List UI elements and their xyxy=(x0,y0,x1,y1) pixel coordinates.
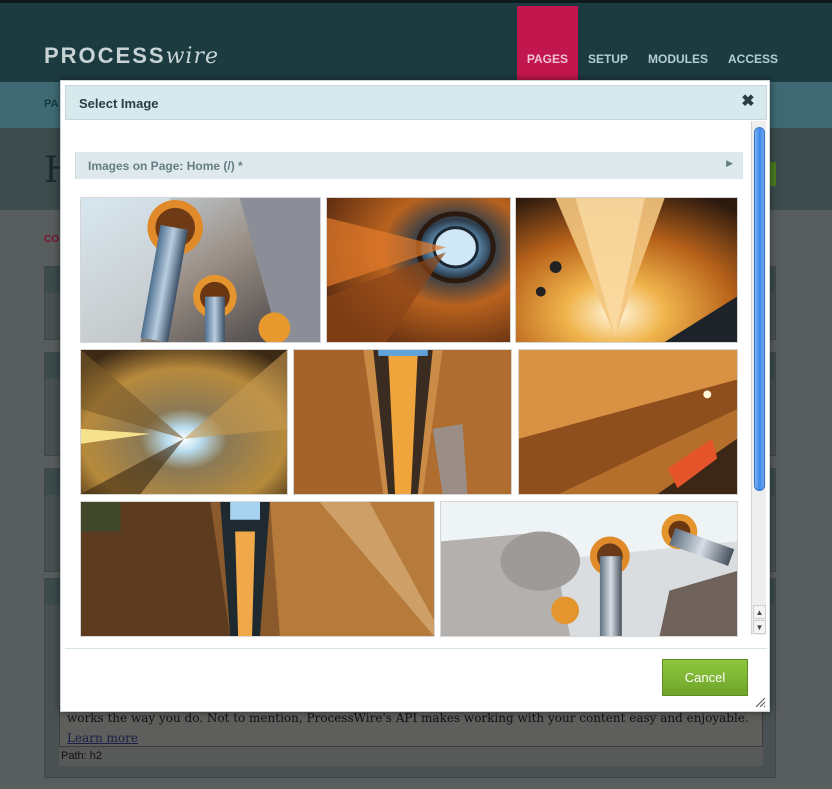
image-thumbnail-2[interactable] xyxy=(326,197,511,343)
dialog-title: Select Image xyxy=(79,96,159,111)
select-image-dialog: Select Image ✖ Images on Page: Home (/) … xyxy=(60,80,770,712)
content-tab: CO xyxy=(44,234,59,245)
nav-pages[interactable]: PAGES xyxy=(516,6,578,85)
image-thumbnail-6[interactable] xyxy=(518,349,738,495)
image-thumbnail-4[interactable] xyxy=(80,349,288,495)
dialog-scrollbar[interactable]: ▲ ▼ xyxy=(751,121,766,635)
admin-header: PROCESSwire PAGES SETUP MODULES ACCESS xyxy=(0,0,832,85)
scrollbar-thumb[interactable] xyxy=(754,127,765,491)
dialog-titlebar[interactable]: Select Image ✖ xyxy=(65,85,767,120)
learn-more-link[interactable]: Learn more xyxy=(67,731,138,745)
columns-skylight-image xyxy=(81,198,320,342)
editor-path: Path: h2 xyxy=(59,746,763,766)
elevator-column-wide-image xyxy=(81,502,434,636)
atrium-up-view-image xyxy=(81,350,287,494)
top-navigation: PAGES SETUP MODULES ACCESS xyxy=(516,6,788,85)
scroll-down-icon[interactable]: ▼ xyxy=(753,620,766,634)
editor-body-text: works the way you do. Not to mention, Pr… xyxy=(67,711,749,725)
nav-setup[interactable]: SETUP xyxy=(578,6,638,85)
gold-chandelier-image xyxy=(516,198,737,342)
image-thumbnail-5[interactable] xyxy=(293,349,512,495)
dialog-body: Images on Page: Home (/) * ▶ xyxy=(65,120,767,642)
image-thumbnail-3[interactable] xyxy=(515,197,738,343)
scroll-up-icon[interactable]: ▲ xyxy=(753,605,766,619)
footer-divider xyxy=(65,648,767,649)
processwire-logo[interactable]: PROCESSwire xyxy=(44,43,219,69)
spiral-oculus-image xyxy=(327,198,510,342)
angled-atrium-image xyxy=(519,350,737,494)
image-thumbnail-1[interactable] xyxy=(80,197,321,343)
columns-glass-roof-image xyxy=(441,502,737,636)
logo-script-text: wire xyxy=(165,44,219,69)
cancel-button[interactable]: Cancel xyxy=(662,659,748,696)
expand-arrow-icon: ▶ xyxy=(726,158,733,168)
resize-grip-icon[interactable] xyxy=(754,696,766,708)
breadcrumb[interactable]: PA xyxy=(44,98,58,110)
images-section-title: Images on Page: Home (/) * xyxy=(88,159,243,173)
images-section-header[interactable]: Images on Page: Home (/) * ▶ xyxy=(75,152,743,179)
image-thumbnail-7[interactable] xyxy=(80,501,435,637)
close-icon[interactable]: ✖ xyxy=(738,92,758,112)
logo-main-text: PROCESS xyxy=(44,43,166,68)
nav-modules[interactable]: MODULES xyxy=(638,6,718,85)
nav-access[interactable]: ACCESS xyxy=(718,6,788,85)
image-thumbnail-8[interactable] xyxy=(440,501,738,637)
elevator-shaft-image xyxy=(294,350,511,494)
